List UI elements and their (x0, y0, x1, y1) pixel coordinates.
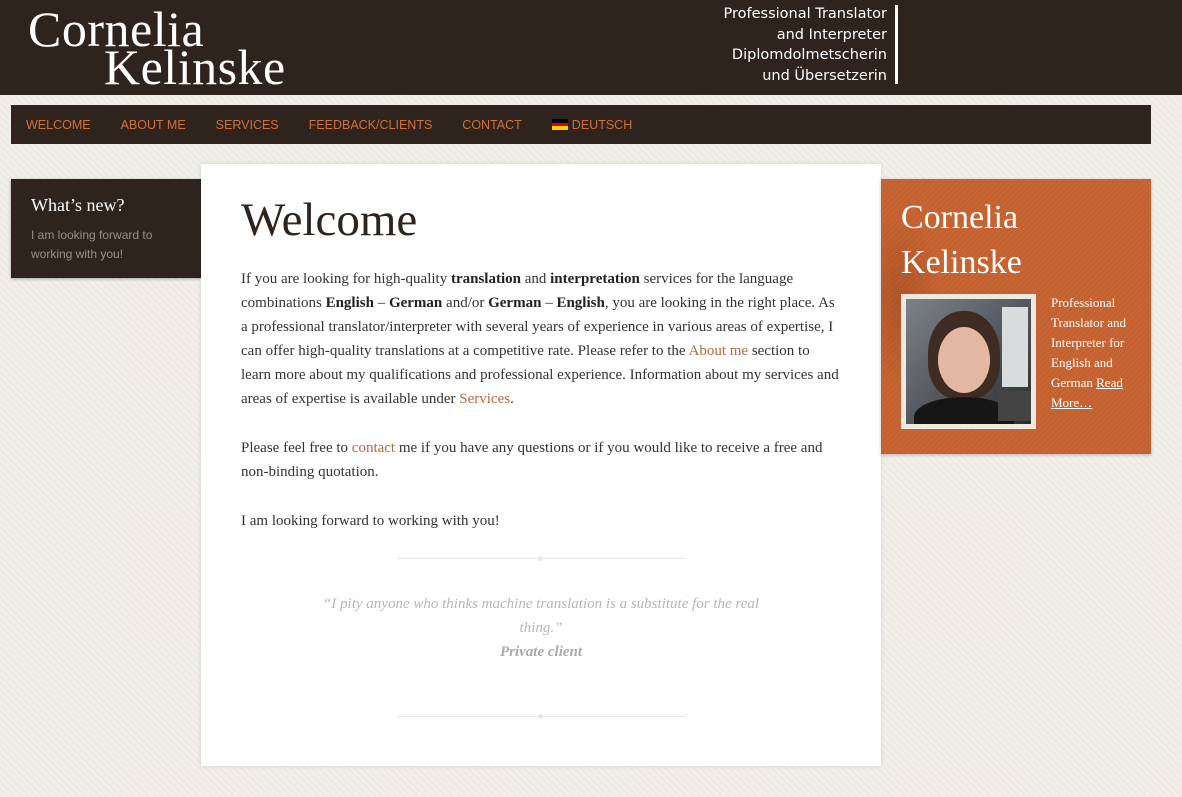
site-tagline: Professional Translator and Interpreter … (700, 4, 887, 86)
quote-text: “I pity anyone who thinks machine transl… (322, 596, 760, 636)
photo-background-screen (1002, 307, 1028, 387)
tagline-divider (895, 5, 898, 84)
closing-paragraph: I am looking forward to working with you… (241, 513, 500, 529)
logo-last-name: Kelinske (104, 39, 286, 95)
page-title: Welcome (241, 194, 418, 246)
contact-link[interactable]: contact (352, 440, 395, 456)
photo-laptop (998, 391, 1031, 421)
profile-photo (901, 294, 1036, 429)
services-link[interactable]: Services (459, 391, 510, 407)
site-header: Cornelia Kelinske Professional Translato… (0, 0, 1182, 95)
nav-item-welcome[interactable]: WELCOME (26, 118, 91, 132)
divider-dot (538, 556, 543, 561)
text: – (541, 295, 557, 311)
photo-image (906, 299, 1031, 424)
profile-name: Cornelia Kelinske (901, 199, 1022, 281)
tagline-line: und Übersetzerin (762, 67, 887, 84)
bold-text: English (325, 295, 374, 311)
german-flag-icon (551, 119, 568, 130)
quote-source: Private client (499, 644, 583, 660)
profile-widget: Cornelia Kelinske Professional Translato… (881, 179, 1151, 454)
divider-dot (538, 714, 543, 719)
text: . (510, 391, 514, 407)
divider (397, 556, 685, 561)
testimonial-quote: “I pity anyone who thinks machine transl… (241, 592, 841, 664)
main-navigation: WELCOME ABOUT ME SERVICES FEEDBACK/CLIEN… (11, 105, 1151, 144)
whats-new-title: What’s new? (31, 195, 125, 215)
bold-text: English (556, 295, 605, 311)
nav-item-about-me[interactable]: ABOUT ME (121, 118, 186, 132)
tagline-line: and Interpreter (776, 26, 887, 43)
nav-item-deutsch[interactable]: DEUTSCH (551, 117, 633, 132)
intro-paragraph: If you are looking for high-quality tran… (241, 267, 841, 411)
text: and/or (442, 295, 489, 311)
text: Please feel free to (241, 440, 352, 456)
nav-language-label: DEUTSCH (571, 117, 633, 132)
about-me-link[interactable]: About me (688, 343, 748, 359)
nav-item-services[interactable]: SERVICES (216, 118, 279, 132)
nav-item-contact[interactable]: CONTACT (462, 118, 522, 132)
contact-paragraph: Please feel free to contact me if you ha… (241, 436, 841, 484)
text: – (373, 295, 389, 311)
divider (397, 714, 685, 719)
bold-text: German (488, 295, 542, 311)
whats-new-text: I am looking forward to working with you… (31, 228, 153, 261)
main-content: Welcome If you are looking for high-qual… (201, 164, 881, 766)
bold-text: German (388, 295, 443, 311)
text: If you are looking for high-quality (241, 271, 451, 287)
tagline-line: Diplomdolmetscherin (731, 47, 887, 63)
photo-face (938, 327, 990, 393)
bold-text: interpretation (550, 271, 640, 287)
bold-text: translation (450, 271, 521, 287)
nav-item-feedback-clients[interactable]: FEEDBACK/CLIENTS (309, 118, 433, 132)
profile-bio: Professional Translator and Interpreter … (1051, 293, 1137, 413)
text: and (520, 271, 551, 287)
tagline-line: Professional Translator (723, 6, 887, 22)
whats-new-widget: What’s new? I am looking forward to work… (11, 179, 201, 278)
